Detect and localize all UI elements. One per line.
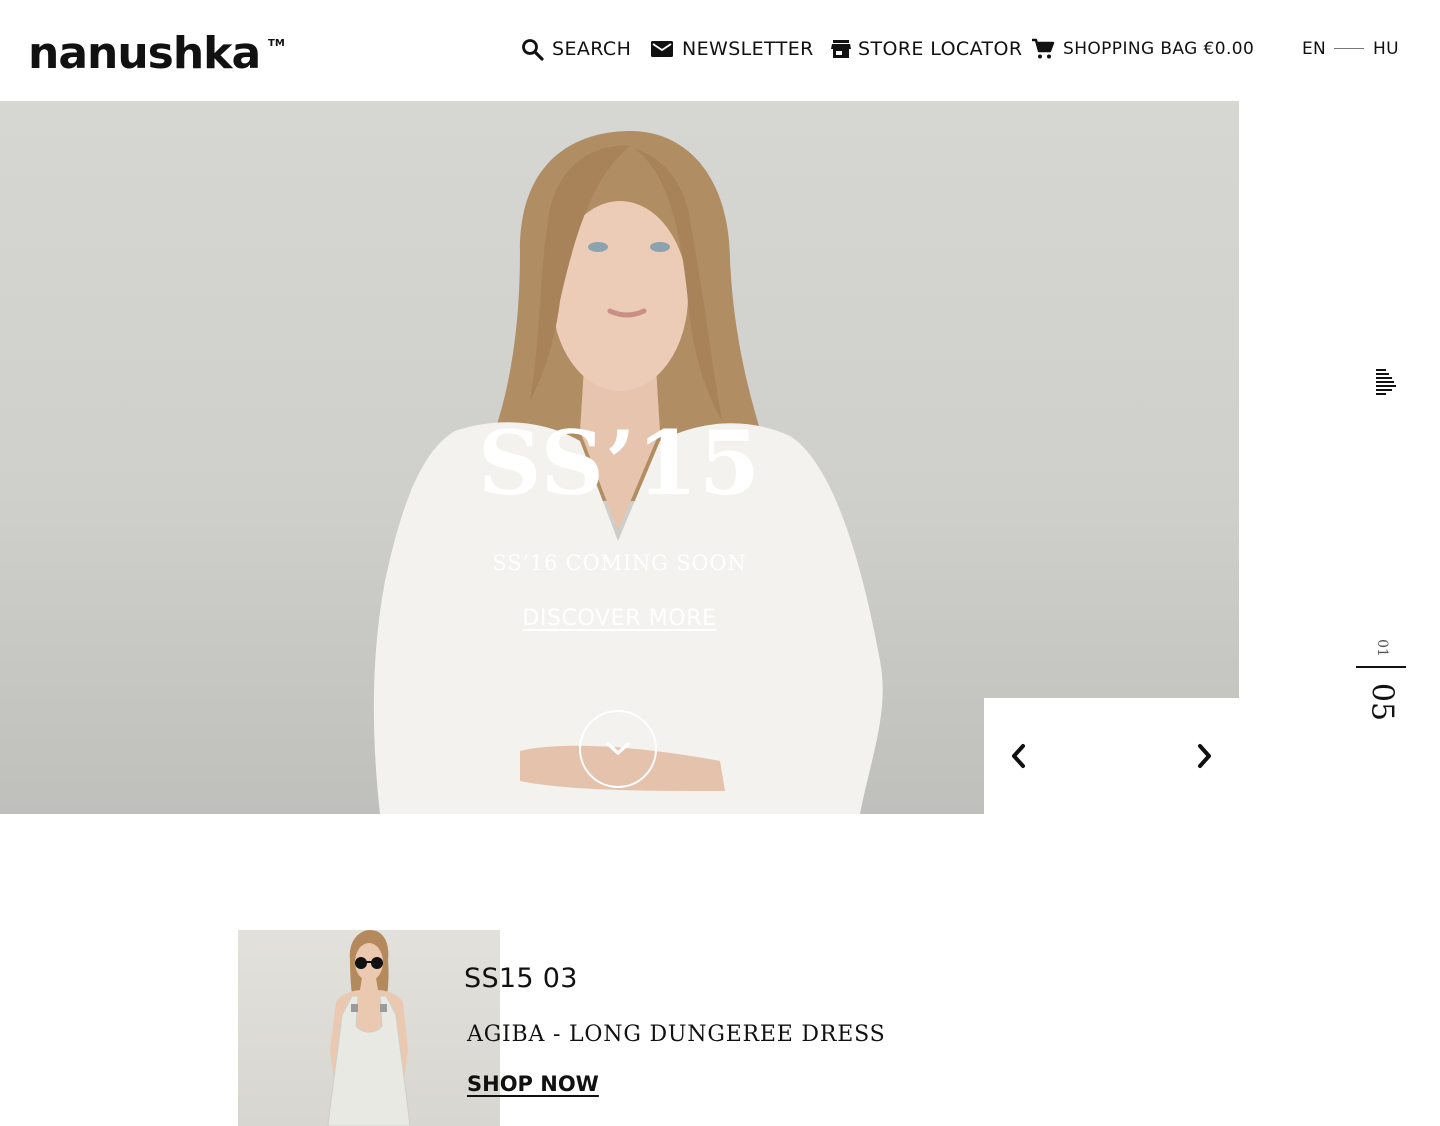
shopping-bag-label: SHOPPING BAG €0.00 bbox=[1063, 39, 1255, 59]
slide-counter-total: 05 bbox=[1364, 682, 1400, 722]
slide-counter-divider bbox=[1356, 666, 1406, 668]
cart-icon bbox=[1031, 37, 1055, 61]
product-name: AGIBA - LONG DUNGEREE DRESS bbox=[467, 1022, 886, 1047]
product-photo bbox=[327, 930, 411, 1126]
shopping-bag-button[interactable]: SHOPPING BAG €0.00 bbox=[1031, 36, 1254, 62]
shop-now-link[interactable]: SHOP NOW bbox=[467, 1072, 599, 1096]
slide-counter-current: 01 bbox=[1374, 639, 1390, 657]
newsletter-label: NEWSLETTER bbox=[682, 38, 814, 60]
store-icon bbox=[830, 37, 852, 61]
logo-text: nanushka bbox=[28, 28, 260, 74]
search-button[interactable]: SEARCH bbox=[520, 36, 631, 62]
menu-icon[interactable] bbox=[1374, 368, 1398, 398]
trademark-mark: TM bbox=[268, 38, 284, 49]
language-separator bbox=[1334, 48, 1364, 49]
chevron-right-icon bbox=[1198, 744, 1211, 768]
scroll-down-button[interactable] bbox=[579, 710, 657, 788]
store-locator-label: STORE LOCATOR bbox=[858, 38, 1023, 60]
language-en[interactable]: EN bbox=[1302, 39, 1326, 59]
slider-next-button[interactable] bbox=[1193, 741, 1215, 771]
chevron-down-icon bbox=[606, 742, 630, 755]
language-hu[interactable]: HU bbox=[1373, 39, 1399, 59]
hero-title: SS’15 bbox=[477, 411, 762, 515]
search-icon bbox=[520, 37, 544, 61]
hero-subtitle: SS’16 COMING SOON bbox=[492, 551, 747, 575]
slider-controls bbox=[984, 698, 1239, 814]
envelope-icon bbox=[650, 37, 674, 61]
search-label: SEARCH bbox=[552, 38, 632, 60]
product-image[interactable] bbox=[238, 930, 500, 1126]
brand-logo[interactable]: nanushka TM bbox=[28, 28, 284, 74]
chevron-left-icon bbox=[1012, 744, 1025, 768]
discover-more-link[interactable]: DISCOVER MORE bbox=[522, 606, 716, 631]
product-code: SS15 03 bbox=[464, 963, 578, 994]
slider-prev-button[interactable] bbox=[1008, 741, 1030, 771]
newsletter-button[interactable]: NEWSLETTER bbox=[650, 36, 814, 62]
store-locator-button[interactable]: STORE LOCATOR bbox=[830, 36, 1022, 62]
hero-cta-wrap: DISCOVER MORE bbox=[0, 606, 1239, 631]
